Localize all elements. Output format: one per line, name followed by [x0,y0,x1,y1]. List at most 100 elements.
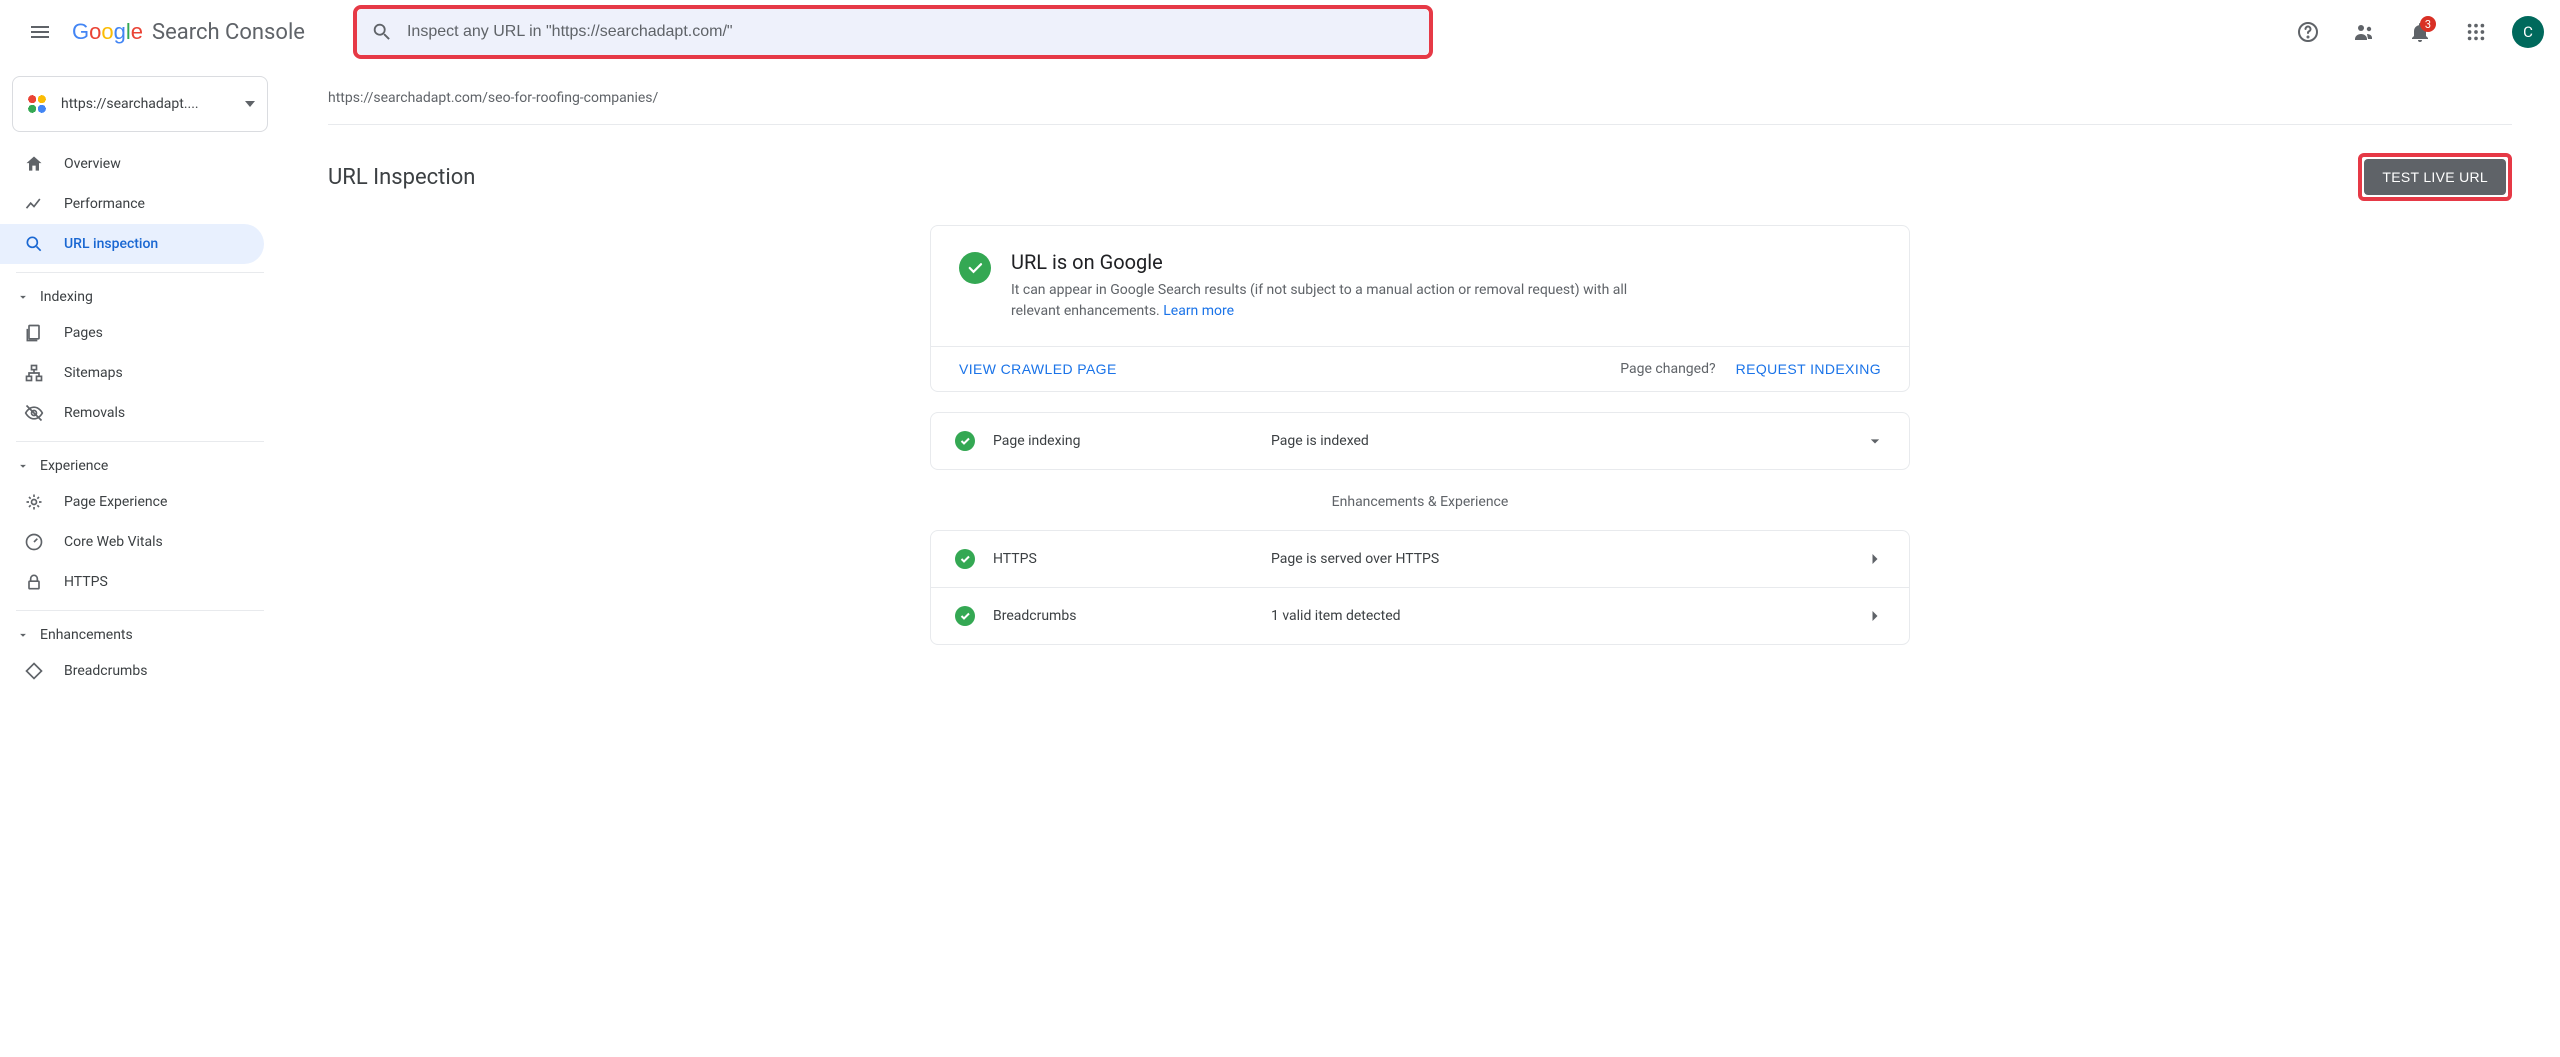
inspected-url: https://searchadapt.com/seo-for-roofing-… [328,64,2512,125]
sidebar: https://searchadapt.... Overview Perform… [0,64,280,1057]
product-name: Search Console [152,20,305,45]
search-icon [24,234,44,254]
page-changed-label: Page changed? [1620,361,1715,377]
divider [16,441,264,442]
nav-url-inspection[interactable]: URL inspection [0,224,264,264]
eye-off-icon [24,403,44,423]
request-indexing-button[interactable]: REQUEST INDEXING [1736,361,1881,377]
nav-label: Page Experience [64,494,167,510]
sparkle-icon [24,492,44,512]
notification-badge: 3 [2420,16,2436,32]
url-inspect-search[interactable] [357,9,1429,55]
nav-label: Breadcrumbs [64,663,147,679]
dropdown-triangle-icon [245,101,255,107]
page-indexing-row[interactable]: Page indexing Page is indexed [931,413,1909,469]
nav-label: Pages [64,325,103,341]
section-label: Experience [40,458,108,474]
status-success-icon [959,252,991,284]
row-label: Page indexing [993,433,1253,449]
row-label: HTTPS [993,551,1253,567]
learn-more-link[interactable]: Learn more [1163,303,1234,319]
chevron-down-icon [16,459,30,473]
nav-breadcrumbs[interactable]: Breadcrumbs [0,651,264,691]
apps-grid-icon [2465,21,2487,43]
section-indexing[interactable]: Indexing [0,281,280,313]
gauge-icon [24,532,44,552]
nav-label: Overview [64,156,121,172]
apps-button[interactable] [2452,8,2500,56]
chevron-down-icon [16,290,30,304]
help-icon [2296,20,2320,44]
nav-performance[interactable]: Performance [0,184,264,224]
row-value: 1 valid item detected [1271,608,1847,624]
chevron-down-icon [1865,431,1885,451]
header-actions: 3 C [2284,8,2544,56]
nav-https[interactable]: HTTPS [0,562,264,602]
row-value: Page is served over HTTPS [1271,551,1847,567]
section-experience[interactable]: Experience [0,450,280,482]
nav-pages[interactable]: Pages [0,313,264,353]
users-button[interactable] [2340,8,2388,56]
page-title: URL Inspection [328,165,475,190]
enhancements-section-label: Enhancements & Experience [1332,494,1509,510]
section-label: Enhancements [40,627,133,643]
diamond-icon [24,661,44,681]
nav-sitemaps[interactable]: Sitemaps [0,353,264,393]
search-icon [371,21,393,43]
avatar-initial: C [2523,23,2533,41]
breadcrumbs-row[interactable]: Breadcrumbs 1 valid item detected [931,587,1909,644]
top-bar: Google Search Console 3 C [0,0,2560,64]
hamburger-icon [28,20,52,44]
account-avatar[interactable]: C [2512,16,2544,48]
nav-overview[interactable]: Overview [0,144,264,184]
enhancements-card: HTTPS Page is served over HTTPS Breadcru… [930,530,1910,645]
divider [16,610,264,611]
checkmark-icon [959,610,971,622]
checkmark-icon [959,553,971,565]
status-success-icon [955,606,975,626]
status-success-icon [955,549,975,569]
url-inspect-input[interactable] [407,23,1415,41]
test-live-url-button[interactable]: TEST LIVE URL [2364,159,2506,195]
status-title: URL is on Google [1011,250,1631,274]
main-content: https://searchadapt.com/seo-for-roofing-… [280,64,2560,1057]
status-description: It can appear in Google Search results (… [1011,280,1631,322]
nav-page-experience[interactable]: Page Experience [0,482,264,522]
notifications-button[interactable]: 3 [2396,8,2444,56]
status-text: It can appear in Google Search results (… [1011,282,1627,319]
main-menu-button[interactable] [16,8,64,56]
row-value: Page is indexed [1271,433,1847,449]
checkmark-icon [966,259,984,277]
section-enhancements[interactable]: Enhancements [0,619,280,651]
product-logo[interactable]: Google Search Console [72,20,305,45]
property-selector[interactable]: https://searchadapt.... [12,76,268,132]
divider [16,272,264,273]
help-button[interactable] [2284,8,2332,56]
nav-label: HTTPS [64,574,108,590]
https-row[interactable]: HTTPS Page is served over HTTPS [931,531,1909,587]
page-indexing-card: Page indexing Page is indexed [930,412,1910,470]
pages-icon [24,323,44,343]
checkmark-icon [959,435,971,447]
title-row: URL Inspection TEST LIVE URL [328,125,2512,225]
test-live-url-highlight: TEST LIVE URL [2358,153,2512,201]
nav-core-web-vitals[interactable]: Core Web Vitals [0,522,264,562]
chevron-right-icon [1865,549,1885,569]
people-icon [2352,20,2376,44]
google-logo-icon: Google [72,20,146,44]
nav-label: Performance [64,196,145,212]
sitemap-icon [24,363,44,383]
nav-label: Removals [64,405,125,421]
index-status-card: URL is on Google It can appear in Google… [930,225,1910,392]
view-crawled-page-button[interactable]: VIEW CRAWLED PAGE [959,361,1117,377]
lock-icon [24,572,44,592]
nav-label: URL inspection [64,236,158,252]
property-favicon-icon [25,92,49,116]
url-inspect-search-highlight [353,5,1433,59]
chevron-right-icon [1865,606,1885,626]
svg-text:Google: Google [72,20,143,44]
nav-removals[interactable]: Removals [0,393,264,433]
chevron-down-icon [16,628,30,642]
row-label: Breadcrumbs [993,608,1253,624]
section-label: Indexing [40,289,93,305]
